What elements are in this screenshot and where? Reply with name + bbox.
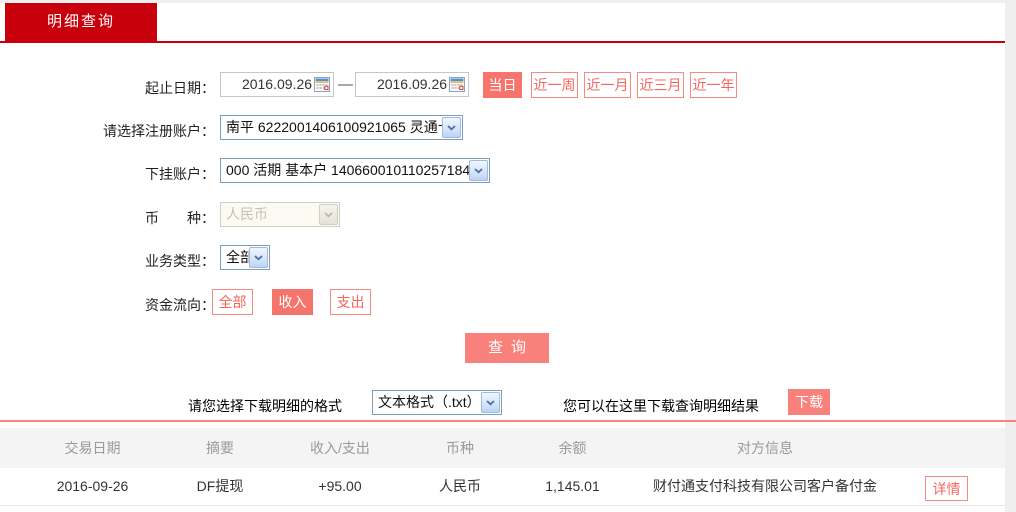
chevron-down-icon	[249, 247, 268, 268]
currency-select: 人民币	[220, 202, 340, 227]
register-account-select[interactable]: 南平 6222001406100921065 灵通卡	[220, 115, 463, 140]
register-account-label: 请选择注册账户：	[103, 123, 215, 139]
col-header-summary: 摘要	[206, 440, 234, 456]
business-type-label: 业务类型：	[145, 253, 215, 269]
calendar-icon[interactable]	[314, 76, 330, 92]
cell-currency: 人民币	[439, 478, 481, 494]
range-button-today[interactable]: 当日	[483, 72, 522, 98]
col-header-currency: 币种	[446, 440, 474, 456]
fund-direction-all[interactable]: 全部	[212, 289, 253, 315]
col-header-counterparty: 对方信息	[737, 440, 793, 456]
range-button-year[interactable]: 近一年	[690, 72, 737, 98]
table-top-divider	[0, 420, 1016, 422]
query-button[interactable]: 查询	[465, 333, 549, 363]
calendar-icon[interactable]	[449, 76, 465, 92]
chevron-down-icon	[469, 160, 488, 181]
cell-balance: 1,145.01	[545, 478, 600, 494]
col-header-balance: 余额	[558, 440, 587, 456]
range-button-week[interactable]: 近一周	[531, 72, 578, 98]
end-date-input[interactable]	[356, 73, 488, 95]
range-button-quarter[interactable]: 近三月	[637, 72, 684, 98]
fund-direction-expense[interactable]: 支出	[330, 289, 371, 315]
start-date-input[interactable]	[221, 73, 353, 95]
chevron-down-icon	[481, 392, 500, 413]
header-divider	[0, 41, 1005, 43]
tab-detail-query[interactable]: 明细查询	[5, 3, 157, 41]
chevron-down-icon	[442, 117, 461, 138]
download-format-label: 请您选择下载明细的格式	[188, 398, 342, 414]
cell-amount: +95.00	[318, 478, 362, 494]
fund-direction-income[interactable]: 收入	[272, 289, 313, 315]
fund-direction-label: 资金流向：	[145, 297, 215, 313]
start-date-input-wrap	[220, 72, 353, 97]
download-format-select[interactable]: 文本格式（.txt）	[372, 390, 502, 415]
date-separator: —	[338, 76, 353, 93]
range-button-month[interactable]: 近一月	[584, 72, 631, 98]
cell-counterparty: 财付通支付科技有限公司客户备付金	[653, 478, 877, 494]
download-hint: 您可以在这里下载查询明细结果	[563, 398, 759, 414]
table-row: 2016-09-26 DF提现 +95.00 人民币 1,145.01 财付通支…	[0, 468, 1005, 506]
end-date-input-wrap	[355, 72, 488, 97]
download-button[interactable]: 下载	[788, 389, 830, 415]
chevron-down-icon	[319, 204, 338, 225]
date-range-label: 起止日期：	[145, 80, 215, 96]
col-header-amount: 收入/支出	[310, 440, 370, 456]
sub-account-value: 000 活期 基本户 1406600101102571848	[226, 162, 478, 178]
business-type-select[interactable]: 全部	[220, 245, 270, 270]
detail-button[interactable]: 详情	[925, 476, 968, 501]
sub-account-label: 下挂账户：	[145, 166, 215, 182]
cell-summary: DF提现	[196, 478, 244, 494]
sub-account-select[interactable]: 000 活期 基本户 1406600101102571848	[220, 158, 490, 183]
page: 明细查询 起止日期： —	[0, 0, 1016, 512]
cell-date: 2016-09-26	[56, 478, 129, 494]
col-header-date: 交易日期	[64, 440, 121, 456]
currency-label: 币 种：	[145, 210, 215, 226]
table-header: 交易日期 摘要 收入/支出 币种 余额 对方信息	[0, 428, 1005, 468]
register-account-value: 南平 6222001406100921065 灵通卡	[226, 119, 452, 135]
